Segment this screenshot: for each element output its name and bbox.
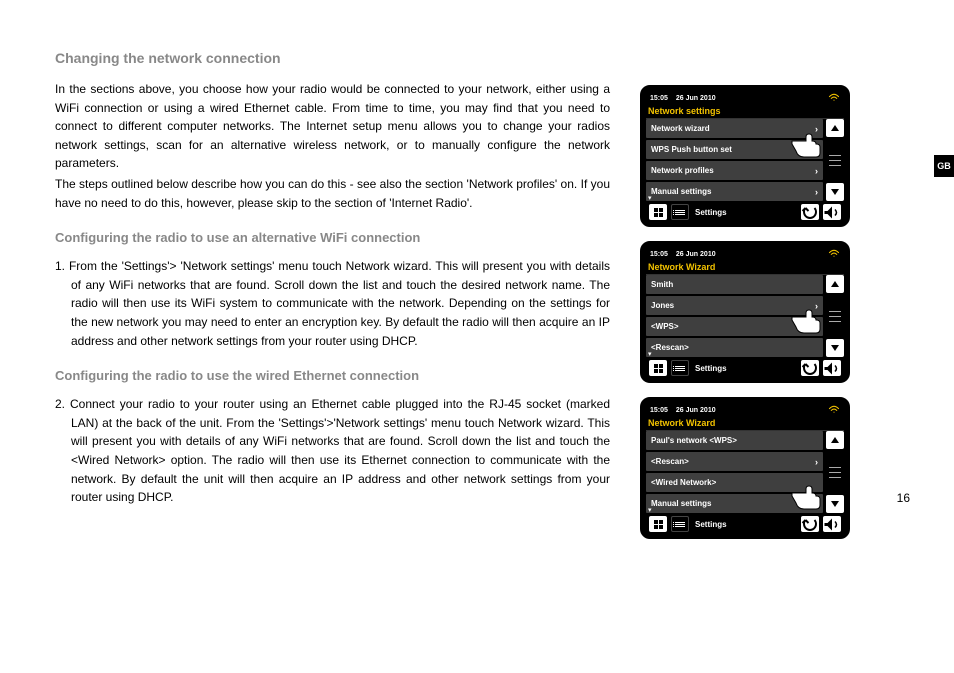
menu-label: Network wizard [651,124,815,133]
footer-label: Settings [693,208,797,217]
scroll-track [826,293,844,339]
chevron-right-icon: › [815,166,818,176]
device-screenshot-3: 15:05 26 Jun 2010 Network Wizard Paul's … [640,397,850,539]
menu-label: WPS Push button set [651,145,818,154]
list-button[interactable] [671,204,689,220]
back-button[interactable] [801,204,819,220]
heading-changing-network: Changing the network connection [55,50,610,66]
step-2: 2. Connect your radio to your router usi… [55,395,610,507]
chevron-right-icon: › [815,301,818,311]
volume-button[interactable] [823,516,841,532]
menu-label: Smith [651,280,818,289]
wifi-icon [828,249,840,260]
device-screenshot-1: 15:05 26 Jun 2010 Network settings Netwo… [640,85,850,227]
scroll-down-button[interactable] [826,183,844,201]
scroll-up-button[interactable] [826,431,844,449]
menu-item-manual-settings[interactable]: Manual settings› [646,182,823,201]
scroll-up-button[interactable] [826,119,844,137]
home-grid-button[interactable] [649,204,667,220]
status-date: 26 Jun 2010 [676,251,716,258]
scroll-track [826,449,844,495]
intro-paragraph-1: In the sections above, you choose how yo… [55,80,610,173]
home-grid-button[interactable] [649,360,667,376]
screen-title: Network settings [646,105,844,119]
intro-paragraph-2: The steps outlined below describe how yo… [55,175,610,212]
list-button[interactable] [671,360,689,376]
menu-item-manual-settings-2[interactable]: Manual settings [646,494,823,513]
footer-label: Settings [693,520,797,529]
menu-label: <Wired Network> [651,478,818,487]
menu-item-jones[interactable]: Jones› [646,296,823,315]
chevron-right-icon: › [815,457,818,467]
status-date: 26 Jun 2010 [676,95,716,102]
status-time: 15:05 [650,407,668,414]
scroll-track [826,137,844,183]
wifi-icon [828,93,840,104]
menu-label: <Rescan> [651,457,815,466]
menu-label: Jones [651,301,815,310]
volume-button[interactable] [823,204,841,220]
chevron-right-icon: › [815,187,818,197]
list-button[interactable] [671,516,689,532]
chevron-right-icon: › [815,124,818,134]
menu-label: Network profiles [651,166,815,175]
footer-label: Settings [693,364,797,373]
scroll-down-button[interactable] [826,495,844,513]
home-grid-button[interactable] [649,516,667,532]
more-indicator-icon: ▾ [648,350,652,358]
back-button[interactable] [801,516,819,532]
page-number: 16 [897,491,910,505]
menu-item-rescan-2[interactable]: <Rescan>› [646,452,823,471]
screen-title: Network Wizard [646,417,844,431]
device-screenshot-2: 15:05 26 Jun 2010 Network Wizard Smith J… [640,241,850,383]
status-time: 15:05 [650,251,668,258]
menu-label: <WPS> [651,322,818,331]
menu-item-network-profiles[interactable]: Network profiles› [646,161,823,180]
menu-label: Paul's network <WPS> [651,436,818,445]
menu-item-rescan[interactable]: <Rescan> [646,338,823,357]
more-indicator-icon: ▾ [648,194,652,202]
scroll-down-button[interactable] [826,339,844,357]
wifi-icon [828,405,840,416]
menu-item-network-wizard[interactable]: Network wizard› [646,119,823,138]
screen-title: Network Wizard [646,261,844,275]
more-indicator-icon: ▾ [648,506,652,514]
menu-label: Manual settings [651,187,815,196]
menu-item-wps-push[interactable]: WPS Push button set [646,140,823,159]
menu-item-smith[interactable]: Smith [646,275,823,294]
menu-item-wired-network[interactable]: <Wired Network> [646,473,823,492]
menu-item-pauls-network[interactable]: Paul's network <WPS> [646,431,823,450]
volume-button[interactable] [823,360,841,376]
back-button[interactable] [801,360,819,376]
menu-label: Manual settings [651,499,818,508]
language-tab: GB [934,155,954,177]
menu-item-wps[interactable]: <WPS> [646,317,823,336]
scroll-up-button[interactable] [826,275,844,293]
heading-wifi-config: Configuring the radio to use an alternat… [55,230,610,245]
heading-ethernet-config: Configuring the radio to use the wired E… [55,368,610,383]
menu-label: <Rescan> [651,343,818,352]
status-date: 26 Jun 2010 [676,407,716,414]
step-1: 1. From the 'Settings'> 'Network setting… [55,257,610,350]
status-time: 15:05 [650,95,668,102]
